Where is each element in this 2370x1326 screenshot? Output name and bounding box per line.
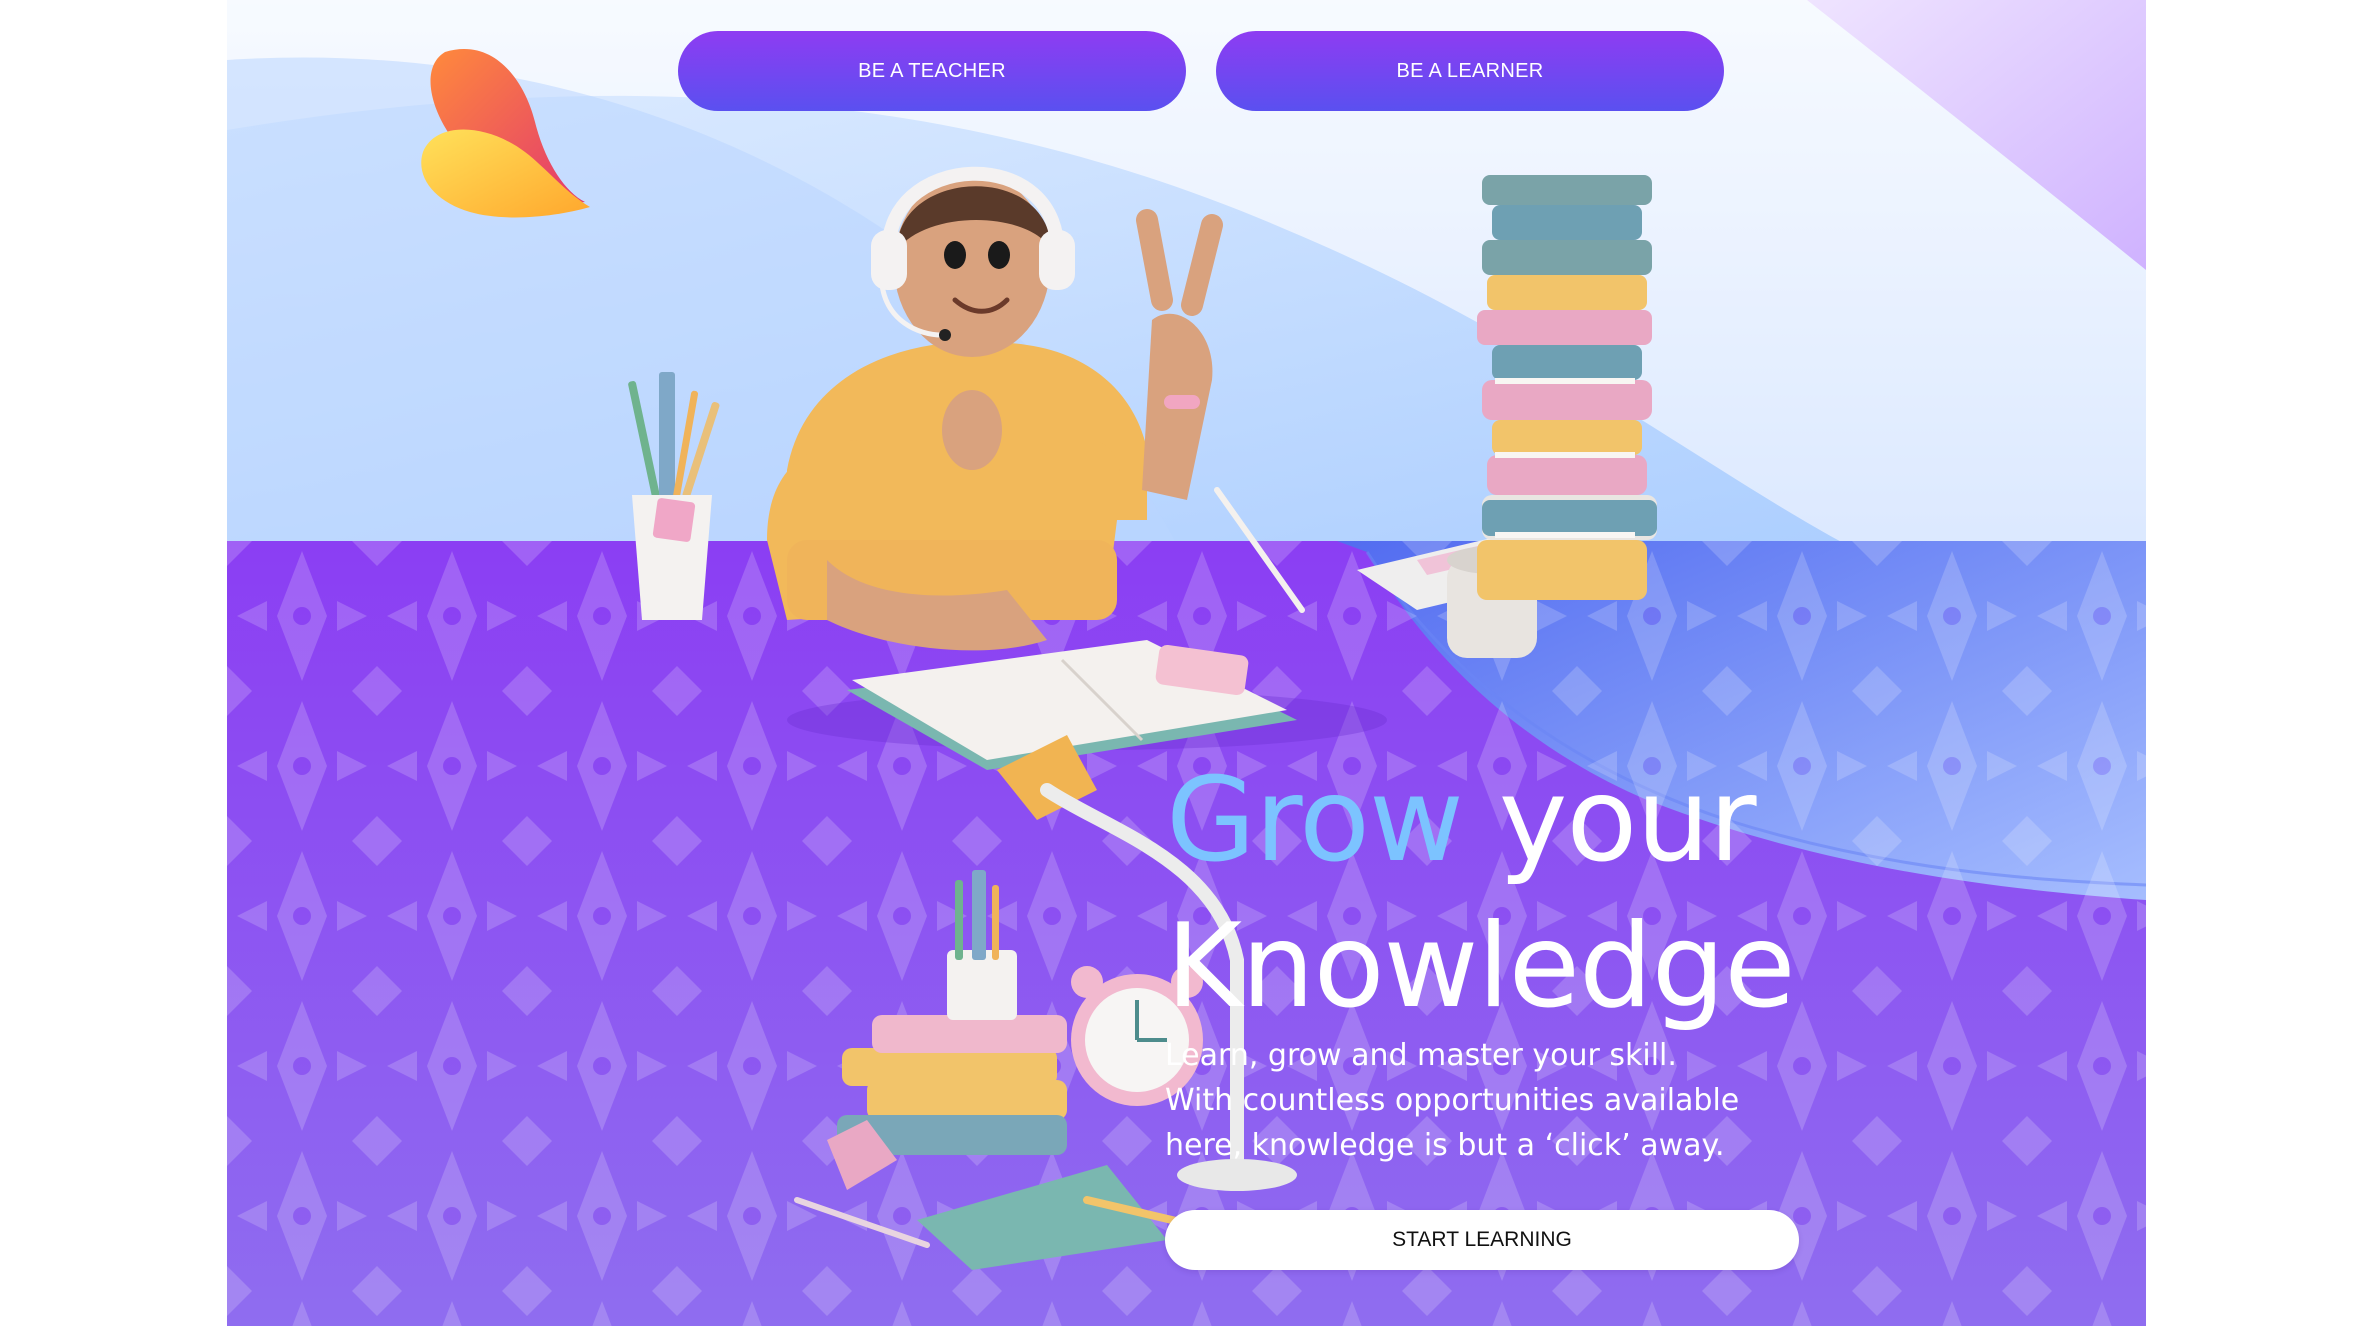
lower-book-stack-illustration xyxy=(827,870,1067,1190)
hero-title-accent: Grow xyxy=(1166,753,1464,888)
hero-title-line2: Knowledge xyxy=(1166,899,1796,1034)
hero-subtitle-line: With countless opportunities available xyxy=(1165,1083,1740,1118)
student-character xyxy=(767,166,1223,651)
pencil-cup-illustration xyxy=(628,372,720,620)
hero-title-word: your xyxy=(1498,753,1757,888)
hero-subtitle-line: Learn, grow and master your skill. xyxy=(1165,1038,1677,1073)
start-learning-button[interactable]: START LEARNING xyxy=(1165,1210,1799,1270)
hero-subtitle-line: here, knowledge is but a ‘click’ away. xyxy=(1165,1128,1725,1163)
book-stack-illustration xyxy=(1477,175,1657,600)
hero-section: BE A TEACHER BE A LEARNER Grow your Know… xyxy=(227,0,2146,1326)
hero-subtitle: Learn, grow and master your skill. With … xyxy=(1165,1033,1805,1168)
hero-title: Grow your Knowledge xyxy=(1166,748,1796,1040)
